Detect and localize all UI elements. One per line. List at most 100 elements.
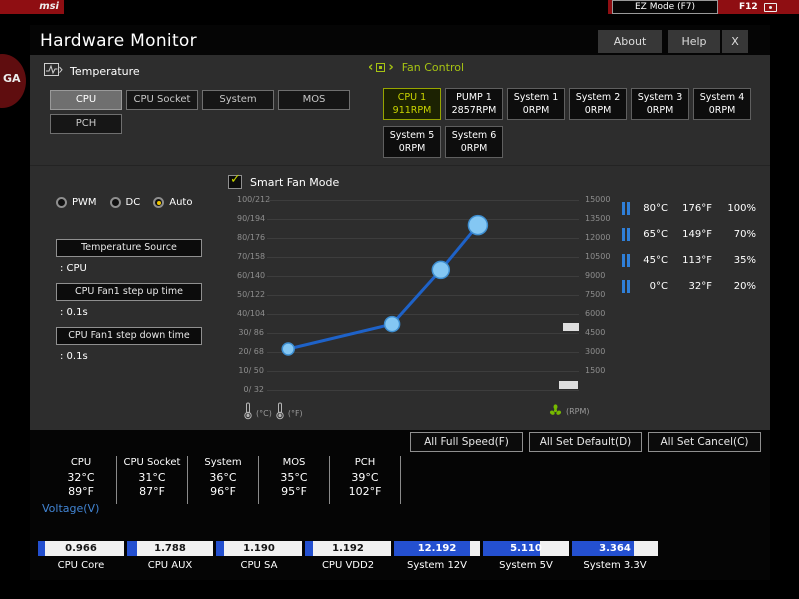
all-set-cancel-c-button[interactable]: All Set Cancel(C) xyxy=(648,432,761,452)
help-button[interactable]: Help xyxy=(668,30,720,53)
screenshot-icon[interactable] xyxy=(764,3,777,12)
temp-readouts: CPU 32°C 89°F CPU Socket 31°C 87°F System 36°C 9… xyxy=(46,456,401,504)
temperature-tabs-row1: CPU CPU Socket System MOS xyxy=(50,90,350,110)
fan-curve-point[interactable] xyxy=(383,315,401,333)
fan-tile-rpm: 0RPM xyxy=(460,143,488,154)
all-set-default-d-button[interactable]: All Set Default(D) xyxy=(529,432,642,452)
voltage-label-system-5v: System 5V xyxy=(499,560,553,571)
cpu-fan1-step-down-time-button[interactable]: CPU Fan1 step down time xyxy=(56,327,202,345)
fan-tile-system-4[interactable]: System 4 0RPM xyxy=(693,88,751,120)
about-button[interactable]: About xyxy=(598,30,662,53)
temperature-tab-cpu[interactable]: CPU xyxy=(50,90,122,110)
voltage-gauges: 0.966 1.788 1.190 1.192 12.192 5.110 3.364 xyxy=(38,541,658,556)
fan-point-percent: 35% xyxy=(733,254,756,266)
temp-fahrenheit: 102°F xyxy=(348,485,382,498)
right-axis-tick: 7500 xyxy=(585,290,606,299)
fan-point-celsius: 0°C xyxy=(649,280,668,292)
temp-celsius: 31°C xyxy=(138,471,166,484)
right-axis-tick: 4500 xyxy=(585,328,606,337)
fan-tile-system-1[interactable]: System 1 0RPM xyxy=(507,88,565,120)
all-full-speed-f-button[interactable]: All Full Speed(F) xyxy=(410,432,523,452)
left-axis-tick: 80/176 xyxy=(237,233,266,242)
temp-name: PCH xyxy=(354,457,376,468)
fan-mode-label: Auto xyxy=(169,197,193,208)
temp-celsius: 32°C xyxy=(67,471,95,484)
temp-name: MOS xyxy=(282,457,306,468)
fan-tile-system-5[interactable]: System 5 0RPM xyxy=(383,126,441,158)
fan-tile-pump-1[interactable]: PUMP 1 2857RPM xyxy=(445,88,503,120)
fan-point-percent: 100% xyxy=(727,202,756,214)
fan-point-row: 0°C 32°F 20% xyxy=(622,273,768,299)
fan-tile-system-6[interactable]: System 6 0RPM xyxy=(445,126,503,158)
temp-cell-pch: PCH 39°C 102°F xyxy=(330,456,401,504)
temperature-tab-pch[interactable]: PCH xyxy=(50,114,122,134)
temp-celsius: 35°C xyxy=(280,471,308,484)
fan-point-row: 65°C 149°F 70% xyxy=(622,221,768,247)
voltage-value: 1.788 xyxy=(154,543,186,554)
temperature-section-label: Temperature xyxy=(70,65,140,78)
temperature-tab-cpu-socket[interactable]: CPU Socket xyxy=(126,90,198,110)
radio-selected-icon xyxy=(153,197,165,208)
fan-tile-cpu-1[interactable]: CPU 1 911RPM xyxy=(383,88,441,120)
fan-mode-pwm[interactable]: PWM xyxy=(56,197,97,208)
left-axis-tick: 0/ 32 xyxy=(243,385,264,394)
fan-curve-point[interactable] xyxy=(281,342,295,356)
fan-tile-system-3[interactable]: System 3 0RPM xyxy=(631,88,689,120)
voltage-value: 12.192 xyxy=(417,543,457,554)
cpu-fan1-step-up-time-button[interactable]: CPU Fan1 step up time xyxy=(56,283,202,301)
check-icon: ✓ xyxy=(230,172,241,187)
thermometer-icon xyxy=(275,402,285,424)
fan-tile-rpm: 911RPM xyxy=(392,105,432,116)
fan-tile-rpm: 0RPM xyxy=(584,105,612,116)
action-buttons: All Full Speed(F) All Set Default(D) All S… xyxy=(410,432,761,452)
fan-tile-system-2[interactable]: System 2 0RPM xyxy=(569,88,627,120)
fan-mode-radios: PWM DC Auto xyxy=(56,197,192,208)
bar xyxy=(627,253,630,267)
temperature-tab-system[interactable]: System xyxy=(202,90,274,110)
fan-point-percent: 70% xyxy=(733,228,756,240)
fan-tile-rpm: 0RPM xyxy=(522,105,550,116)
temperature-source-button[interactable]: Temperature Source xyxy=(56,239,202,257)
thermometer-icon xyxy=(243,402,253,424)
fan-control-section-header: ‹ › Fan Control xyxy=(368,61,464,75)
fan-point-list: 80°C 176°F 100% 65°C 149°F 70% 45°C 113°F 35% 0°C… xyxy=(622,195,768,299)
temp-cell-cpu: CPU 32°C 89°F xyxy=(46,456,117,504)
voltage-value: 0.966 xyxy=(65,543,97,554)
close-button[interactable]: X xyxy=(722,30,748,53)
left-axis-tick: 20/ 68 xyxy=(238,347,264,356)
left-axis-tick: 30/ 86 xyxy=(238,328,264,337)
temperature-section-header: Temperature xyxy=(44,62,140,81)
left-axis-tick: 70/158 xyxy=(237,252,266,261)
smart-fan-mode-checkbox[interactable]: ✓ xyxy=(228,172,242,189)
right-axis-tick: 3000 xyxy=(585,347,606,356)
fan-slider-handle-upper[interactable] xyxy=(563,323,579,331)
fan-tiles-row1: CPU 1 911RPM PUMP 1 2857RPM System 1 0RPM Syst… xyxy=(383,88,751,120)
left-axis-tick: 40/104 xyxy=(237,309,266,318)
right-axis-tick: 15000 xyxy=(585,195,611,204)
temp-fahrenheit: 95°F xyxy=(281,485,307,498)
temperature-tab-mos[interactable]: MOS xyxy=(278,90,350,110)
fan-icon xyxy=(549,402,562,421)
fan-slider-handle-lower[interactable] xyxy=(559,381,578,389)
bar xyxy=(627,201,630,215)
fan-curve-point[interactable] xyxy=(431,260,451,280)
left-axis-tick: 10/ 50 xyxy=(238,366,264,375)
fan-tile-rpm: 2857RPM xyxy=(451,105,497,116)
right-axis-tick: 10500 xyxy=(585,252,611,261)
temp-celsius: 39°C xyxy=(351,471,379,484)
temp-cell-system: System 36°C 96°F xyxy=(188,456,259,504)
chevron-left-icon[interactable]: ‹ xyxy=(368,61,373,74)
level-bars-icon xyxy=(622,279,635,293)
fan-tile-name: System 4 xyxy=(699,92,745,103)
fan-curve-point[interactable] xyxy=(467,214,489,236)
voltage-gauge-cpu-vdd2: 1.192 xyxy=(305,541,391,556)
fan-curve-line xyxy=(287,224,480,351)
fan-point-fahrenheit: 149°F xyxy=(682,228,712,240)
monitor-panel: Temperature ‹ › Fan Control CPU CPU Socke… xyxy=(30,55,770,430)
chevron-right-icon[interactable]: › xyxy=(388,61,393,74)
fan-mode-auto[interactable]: Auto xyxy=(153,197,192,208)
voltage-value: 1.192 xyxy=(332,543,364,554)
fan-mode-dc[interactable]: DC xyxy=(109,197,140,208)
field-value: : 0.1s xyxy=(60,307,88,318)
ez-mode-button[interactable]: EZ Mode (F7) xyxy=(612,0,718,14)
